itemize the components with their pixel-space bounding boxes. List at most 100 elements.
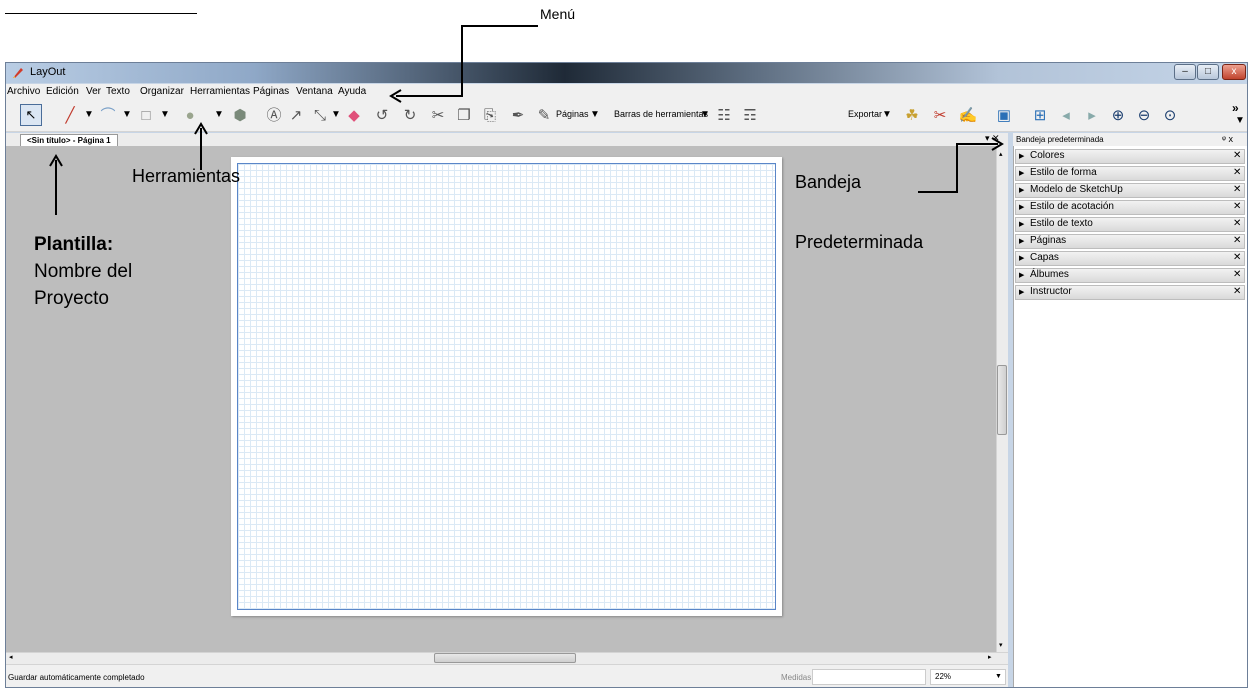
export-menu-button[interactable]: Exportar — [848, 109, 882, 119]
tray-title: Bandeja predeterminada — [1016, 135, 1104, 144]
zoom-dropdown-icon[interactable]: ▼ — [995, 673, 1002, 680]
document-tab[interactable]: <Sin título> - Página 1 — [20, 134, 118, 146]
menu-herramientas[interactable]: Herramientas — [190, 86, 250, 97]
ungroup-icon[interactable]: ☶ — [740, 107, 760, 125]
edit-icon[interactable]: ✍ — [958, 107, 978, 125]
rectangle-tool-dropdown-icon[interactable]: ▼ — [160, 109, 170, 120]
join-icon[interactable]: ☘ — [902, 107, 922, 125]
template-annotation-title: Plantilla: — [34, 234, 114, 255]
menu-ver[interactable]: Ver — [86, 86, 101, 97]
close-panel-icon[interactable]: ✕ — [1233, 218, 1241, 229]
close-panel-icon[interactable]: ✕ — [1233, 167, 1241, 178]
document-tab-bar — [6, 133, 1008, 146]
arc-tool-dropdown-icon[interactable]: ▼ — [122, 109, 132, 120]
template-annotation-line2: Nombre del — [34, 261, 133, 282]
tray-panel-label: Estilo de texto — [1030, 218, 1093, 229]
label-tool-icon[interactable]: ↗ — [286, 107, 306, 125]
eraser-tool-icon[interactable]: ◆ — [344, 107, 364, 125]
close-button[interactable]: x — [1222, 64, 1246, 80]
expand-arrow-icon[interactable]: ▶ — [1019, 271, 1024, 279]
close-panel-icon[interactable]: ✕ — [1233, 150, 1241, 161]
group-icon[interactable]: ☷ — [714, 107, 734, 125]
menu-callout-label: Menú — [540, 6, 576, 22]
expand-arrow-icon[interactable]: ▶ — [1019, 220, 1024, 228]
rectangle-tool-icon[interactable]: □ — [136, 107, 156, 125]
close-panel-icon[interactable]: ✕ — [1233, 201, 1241, 212]
expand-arrow-icon[interactable]: ▶ — [1019, 186, 1024, 194]
window-title: LayOut — [30, 66, 66, 78]
style-brush-icon[interactable]: ✎ — [534, 107, 554, 125]
scroll-left-icon[interactable]: ◂ — [9, 653, 13, 661]
export-dropdown-icon[interactable]: ▼ — [882, 109, 892, 120]
horizontal-scrollbar-thumb[interactable] — [434, 653, 576, 663]
expand-arrow-icon[interactable]: ▶ — [1019, 254, 1024, 262]
close-panel-icon[interactable]: ✕ — [1233, 235, 1241, 246]
cut-icon[interactable]: ✂ — [428, 107, 448, 125]
eyedropper-icon[interactable]: ✒ — [508, 107, 528, 125]
text-tool-icon[interactable]: Ⓐ — [264, 107, 284, 125]
copy-icon[interactable]: ❐ — [454, 107, 474, 125]
line-tool-icon[interactable]: ╱ — [60, 107, 80, 125]
toolbar-overflow-button[interactable]: » — [1232, 101, 1239, 115]
close-panel-icon[interactable]: ✕ — [1233, 286, 1241, 297]
toolbars-menu-button[interactable]: Barras de herramientas — [614, 109, 708, 119]
tray-callout-line-bottom — [918, 191, 958, 193]
zoom-fit-icon[interactable]: ⊙ — [1160, 107, 1180, 125]
close-panel-icon[interactable]: ✕ — [1233, 184, 1241, 195]
title-bar[interactable] — [6, 63, 1247, 83]
expand-arrow-icon[interactable]: ▶ — [1019, 152, 1024, 160]
maximize-button[interactable]: □ — [1197, 64, 1219, 80]
redo-icon[interactable]: ↻ — [400, 107, 420, 125]
tray-panel-label: Modelo de SketchUp — [1030, 184, 1123, 195]
circle-tool-dropdown-icon[interactable]: ▼ — [214, 109, 224, 120]
tray-panel-label: Páginas — [1030, 235, 1067, 246]
page-grid[interactable] — [237, 163, 776, 610]
menu-callout-line-horizontal — [396, 95, 463, 97]
menu-callout-line-vertical — [461, 25, 463, 97]
zoom-out-icon[interactable]: ⊖ — [1134, 107, 1154, 125]
undo-icon[interactable]: ↺ — [372, 107, 392, 125]
expand-arrow-icon[interactable]: ▶ — [1019, 288, 1024, 296]
expand-arrow-icon[interactable]: ▶ — [1019, 237, 1024, 245]
measures-input[interactable] — [812, 669, 926, 685]
tray-pin-close-icon[interactable]: ᵠ x — [1222, 134, 1233, 144]
menu-ventana[interactable]: Ventana — [296, 86, 333, 97]
add-page-icon[interactable]: ⊞ — [1030, 107, 1050, 125]
menu-arrowhead-icon — [389, 89, 402, 103]
expand-arrow-icon[interactable]: ▶ — [1019, 203, 1024, 211]
header-underline — [5, 13, 197, 14]
toolbars-dropdown-icon[interactable]: ▼ — [700, 109, 710, 120]
pages-menu-button[interactable]: Páginas — [556, 109, 589, 119]
toolbar-overflow-dropdown-icon[interactable]: ▼ — [1235, 115, 1245, 126]
close-panel-icon[interactable]: ✕ — [1233, 252, 1241, 263]
arc-tool-icon[interactable]: ⌒ — [98, 107, 118, 125]
line-tool-dropdown-icon[interactable]: ▼ — [84, 109, 94, 120]
vertical-scrollbar-thumb[interactable] — [997, 365, 1007, 435]
layout-app-icon — [13, 68, 23, 78]
select-tool-icon[interactable]: ↖ — [20, 104, 42, 126]
polygon-tool-icon[interactable]: ⬢ — [230, 107, 250, 125]
close-panel-icon[interactable]: ✕ — [1233, 269, 1241, 280]
menu-ayuda[interactable]: Ayuda — [338, 86, 366, 97]
dimension-tool-dropdown-icon[interactable]: ▼ — [331, 109, 341, 120]
template-callout-line — [55, 160, 57, 215]
zoom-in-icon[interactable]: ⊕ — [1108, 107, 1128, 125]
split-icon[interactable]: ✂ — [930, 107, 950, 125]
minimize-button[interactable]: – — [1174, 64, 1196, 80]
presentation-icon[interactable]: ▣ — [994, 107, 1014, 125]
menu-archivo[interactable]: Archivo — [7, 86, 40, 97]
scroll-down-icon[interactable]: ▾ — [999, 641, 1003, 649]
tray-arrowhead-icon — [991, 137, 1004, 151]
previous-page-icon[interactable]: ◂ — [1056, 107, 1076, 125]
next-page-icon[interactable]: ▸ — [1082, 107, 1102, 125]
expand-arrow-icon[interactable]: ▶ — [1019, 169, 1024, 177]
pages-dropdown-icon[interactable]: ▼ — [590, 109, 600, 120]
menu-texto[interactable]: Texto — [106, 86, 130, 97]
menu-organizar[interactable]: Organizar — [140, 86, 184, 97]
tray-panel-label: Colores — [1030, 150, 1065, 161]
paste-icon[interactable]: ⎘ — [480, 107, 500, 125]
menu-paginas[interactable]: Páginas — [253, 86, 289, 97]
dimension-tool-icon[interactable]: ⤡ — [310, 107, 330, 125]
scroll-right-icon[interactable]: ▸ — [988, 653, 992, 661]
menu-edicion[interactable]: Edición — [46, 86, 79, 97]
